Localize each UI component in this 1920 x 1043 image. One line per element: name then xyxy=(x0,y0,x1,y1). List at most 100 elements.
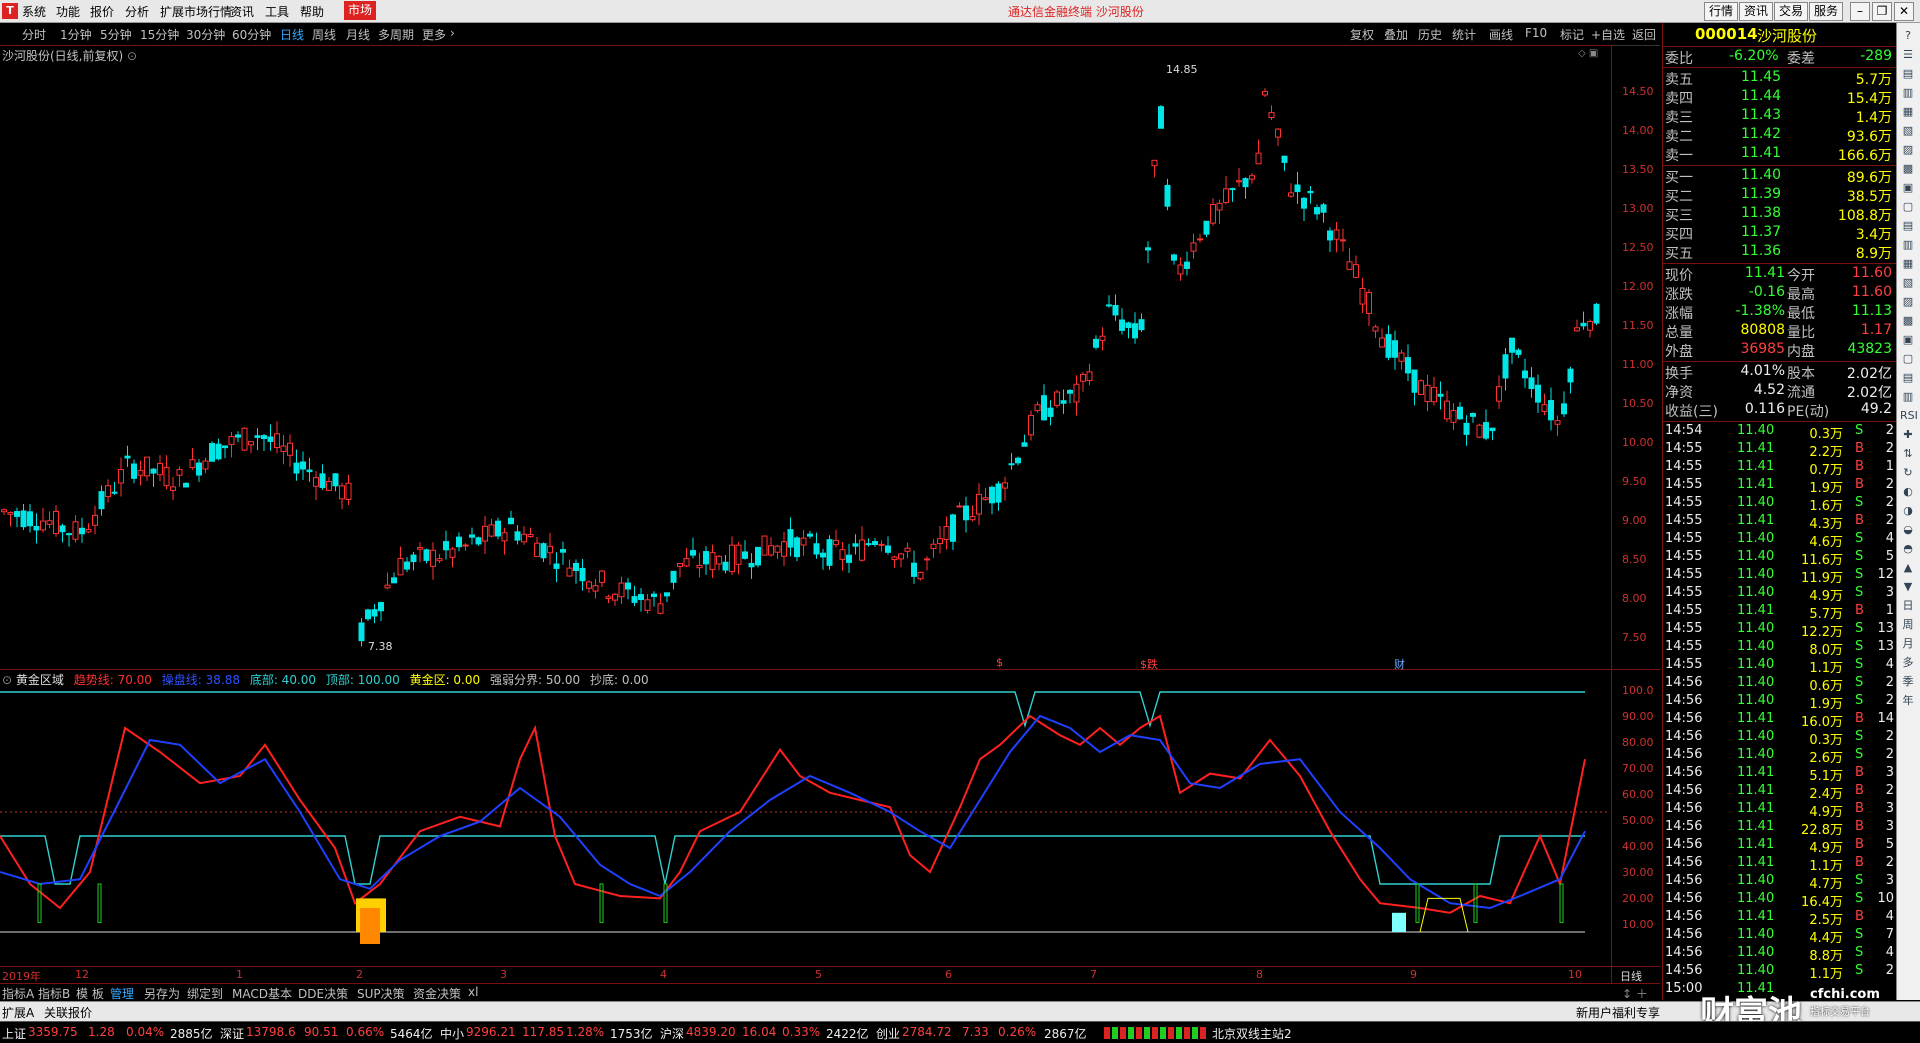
tab-indicator-a[interactable]: 指标A xyxy=(2,985,34,1002)
period-more[interactable]: 更多 xyxy=(422,26,446,43)
side-tool-icon[interactable]: 周 xyxy=(1900,618,1916,632)
side-tool-icon[interactable]: ◓ xyxy=(1900,542,1916,556)
top-btn-service[interactable]: 服务 xyxy=(1809,2,1844,21)
bid-price[interactable]: 11.36 xyxy=(1741,243,1781,259)
top-btn-quotes[interactable]: 行情 xyxy=(1704,2,1739,21)
bid-price[interactable]: 11.38 xyxy=(1741,205,1781,221)
side-tool-icon[interactable]: ◒ xyxy=(1900,523,1916,537)
close-icon[interactable]: ✕ xyxy=(1894,2,1914,21)
index-name[interactable]: 创业 xyxy=(876,1025,900,1042)
ask-price[interactable]: 11.42 xyxy=(1741,126,1781,142)
bid-price[interactable]: 11.40 xyxy=(1741,167,1781,183)
side-tool-icon[interactable]: ▣ xyxy=(1900,181,1916,195)
side-tool-icon[interactable]: ▩ xyxy=(1900,162,1916,176)
side-tool-icon[interactable]: ▧ xyxy=(1900,276,1916,290)
tool-draw[interactable]: 画线 xyxy=(1489,26,1513,43)
side-tool-icon[interactable]: ◑ xyxy=(1900,504,1916,518)
side-tool-icon[interactable]: ▤ xyxy=(1900,219,1916,233)
tab-bind-to[interactable]: 绑定到 xyxy=(187,985,223,1002)
side-tool-icon[interactable]: ▣ xyxy=(1900,333,1916,347)
ext-tab-a[interactable]: 扩展A xyxy=(2,1004,34,1021)
side-tool-icon[interactable]: 年 xyxy=(1900,694,1916,708)
candlestick-chart[interactable] xyxy=(0,46,1610,668)
menu-system[interactable]: 系统 xyxy=(22,3,46,20)
side-tool-icon[interactable]: ▥ xyxy=(1900,390,1916,404)
ask-price[interactable]: 11.44 xyxy=(1741,88,1781,104)
side-tool-icon[interactable]: ☰ xyxy=(1900,48,1916,62)
side-tool-icon[interactable]: ↻ xyxy=(1900,466,1916,480)
server-name[interactable]: 北京双线主站2 xyxy=(1212,1025,1292,1042)
period-tick[interactable]: 分时 xyxy=(22,26,46,43)
side-tool-icon[interactable]: ▼ xyxy=(1900,580,1916,594)
side-tool-icon[interactable]: 季 xyxy=(1900,675,1916,689)
tab-template[interactable]: 模 板 xyxy=(76,985,104,1002)
event-marker[interactable]: $跌 xyxy=(1140,656,1158,672)
side-tool-icon[interactable]: ▩ xyxy=(1900,314,1916,328)
side-tool-icon[interactable]: ⇅ xyxy=(1900,447,1916,461)
menu-function[interactable]: 功能 xyxy=(56,3,80,20)
tool-adjust[interactable]: 复权 xyxy=(1350,26,1374,43)
tool-back[interactable]: 返回 xyxy=(1632,26,1656,43)
tool-history[interactable]: 历史 xyxy=(1418,26,1442,43)
side-tool-icon[interactable]: ▧ xyxy=(1900,124,1916,138)
tab-macd[interactable]: MACD基本 xyxy=(232,985,292,1002)
menu-news[interactable]: 资讯 xyxy=(230,3,254,20)
side-tool-icon[interactable]: ▲ xyxy=(1900,561,1916,575)
period-1min[interactable]: 1分钟 xyxy=(60,26,92,43)
tab-manage[interactable]: 管理 xyxy=(110,985,134,1002)
top-btn-trade[interactable]: 交易 xyxy=(1774,2,1809,21)
period-daily[interactable]: 日线 xyxy=(280,26,304,43)
period-monthly[interactable]: 月线 xyxy=(346,26,370,43)
index-name[interactable]: 深证 xyxy=(220,1025,244,1042)
index-name[interactable]: 中小 xyxy=(440,1025,464,1042)
tool-overlay[interactable]: 叠加 xyxy=(1384,26,1408,43)
side-tool-icon[interactable]: 月 xyxy=(1900,637,1916,651)
event-marker[interactable]: 财 xyxy=(1394,656,1405,672)
chevron-right-icon[interactable]: › xyxy=(450,26,455,40)
period-weekly[interactable]: 周线 xyxy=(312,26,336,43)
side-tool-icon[interactable]: ? xyxy=(1900,29,1916,43)
menu-tools[interactable]: 工具 xyxy=(265,3,289,20)
menu-analysis[interactable]: 分析 xyxy=(125,3,149,20)
bid-price[interactable]: 11.37 xyxy=(1741,224,1781,240)
period-60min[interactable]: 60分钟 xyxy=(232,26,271,43)
side-tool-icon[interactable]: ▢ xyxy=(1900,352,1916,366)
side-tool-icon[interactable]: ▤ xyxy=(1900,67,1916,81)
side-tool-icon[interactable]: ▨ xyxy=(1900,143,1916,157)
side-tool-icon[interactable]: 多 xyxy=(1900,656,1916,670)
side-tool-icon[interactable]: ✚ xyxy=(1900,428,1916,442)
side-tool-icon[interactable]: 日 xyxy=(1900,599,1916,613)
tab-dde[interactable]: DDE决策 xyxy=(298,985,348,1002)
menu-market[interactable]: 市场 xyxy=(344,1,377,20)
new-user-link[interactable]: 新用户福利专享 xyxy=(1576,1004,1660,1021)
menu-ext-market[interactable]: 扩展市场行情 xyxy=(160,3,232,20)
tool-mark[interactable]: 标记 xyxy=(1560,26,1584,43)
side-tool-icon[interactable]: ◐ xyxy=(1900,485,1916,499)
index-name[interactable]: 上证 xyxy=(2,1025,26,1042)
ask-price[interactable]: 11.43 xyxy=(1741,107,1781,123)
ask-price[interactable]: 11.45 xyxy=(1741,69,1781,85)
index-name[interactable]: 沪深 xyxy=(660,1025,684,1042)
tool-f10[interactable]: F10 xyxy=(1525,26,1547,40)
stock-name[interactable]: 沙河股份 xyxy=(1757,25,1817,46)
bid-price[interactable]: 11.39 xyxy=(1741,186,1781,202)
tab-fund[interactable]: 资金决策 xyxy=(413,985,461,1002)
minimize-icon[interactable]: – xyxy=(1850,2,1870,21)
ask-price[interactable]: 11.41 xyxy=(1741,145,1781,161)
side-tool-icon[interactable]: ▦ xyxy=(1900,105,1916,119)
restore-icon[interactable]: ❐ xyxy=(1872,2,1892,21)
side-tool-icon[interactable]: ▨ xyxy=(1900,295,1916,309)
menu-quote[interactable]: 报价 xyxy=(90,3,114,20)
top-btn-news[interactable]: 资讯 xyxy=(1739,2,1774,21)
menu-help[interactable]: 帮助 xyxy=(300,3,324,20)
period-5min[interactable]: 5分钟 xyxy=(100,26,132,43)
period-15min[interactable]: 15分钟 xyxy=(140,26,179,43)
period-multi[interactable]: 多周期 xyxy=(378,26,414,43)
tab-indicator-b[interactable]: 指标B xyxy=(38,985,70,1002)
side-tool-icon[interactable]: RSI xyxy=(1900,409,1918,423)
ext-tab-related[interactable]: 关联报价 xyxy=(44,1004,92,1021)
tab-xl[interactable]: xl xyxy=(468,985,478,999)
tab-sup[interactable]: SUP决策 xyxy=(357,985,405,1002)
side-tool-icon[interactable]: ▢ xyxy=(1900,200,1916,214)
period-30min[interactable]: 30分钟 xyxy=(186,26,225,43)
